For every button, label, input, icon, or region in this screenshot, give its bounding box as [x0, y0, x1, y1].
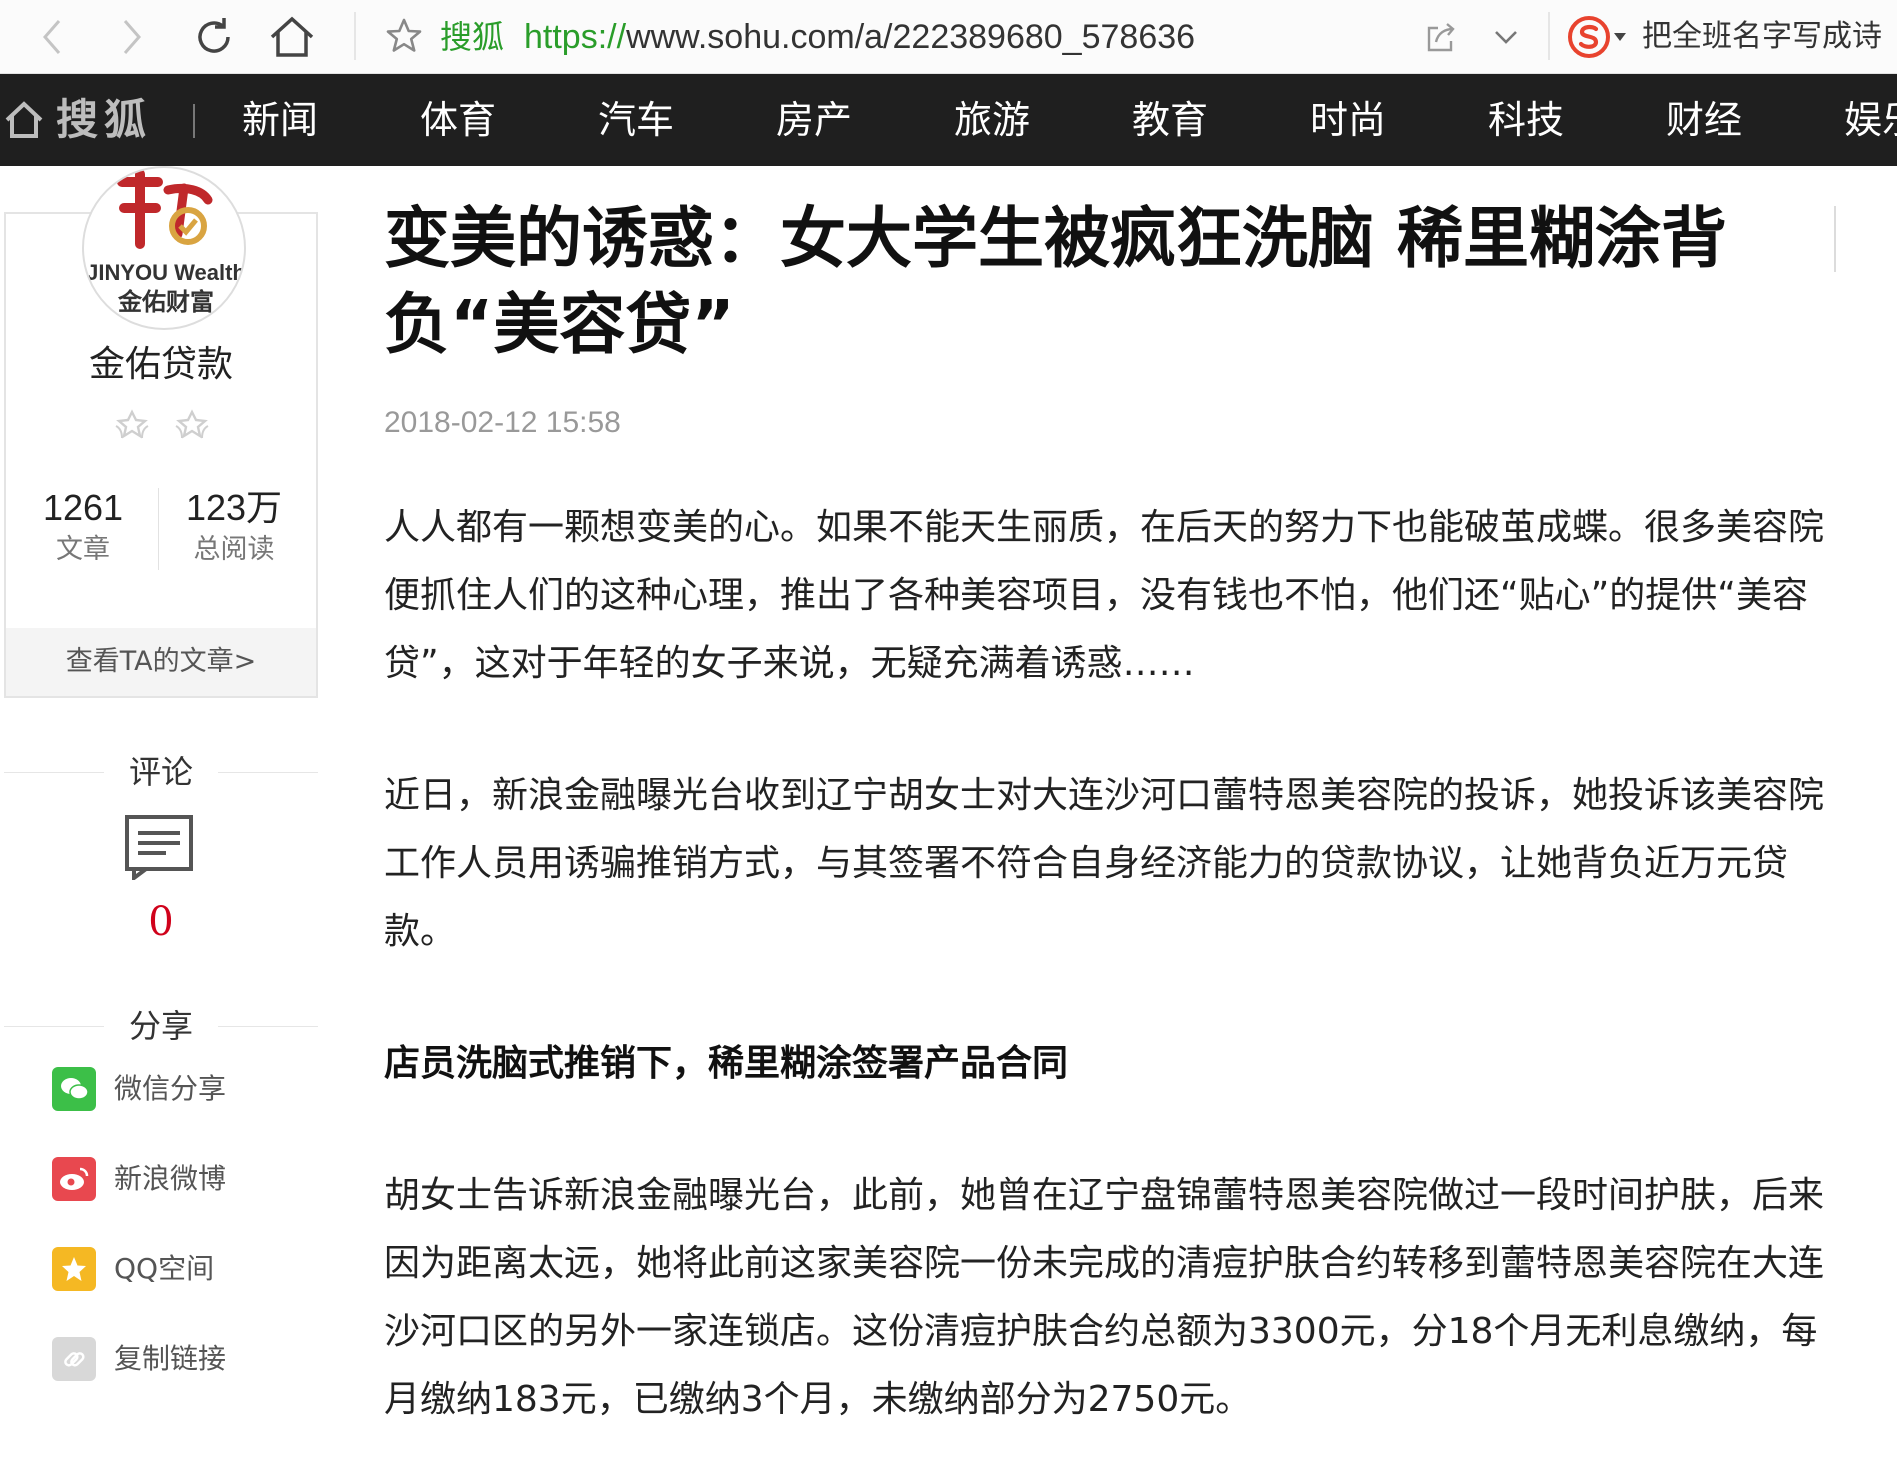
nav-auto[interactable]: 汽车	[598, 90, 674, 150]
bookmark-star-icon[interactable]	[384, 16, 424, 56]
author-name[interactable]: 金佑贷款	[4, 340, 318, 390]
chevron-down-icon[interactable]	[1490, 22, 1522, 52]
forward-arrow-icon	[123, 20, 141, 54]
nav-fashion[interactable]: 时尚	[1310, 90, 1386, 150]
home-icon	[270, 16, 314, 57]
publish-time: 2018-02-12 15:58	[384, 406, 621, 439]
article-paragraph-3: 胡女士告诉新浪金融曝光台，此前，她曾在辽宁盘锦蕾特恩美容院做过一段时间护肤，后来…	[384, 1175, 1825, 1420]
medal-icon	[175, 409, 209, 439]
engine-dropdown-caret-icon[interactable]	[1614, 33, 1626, 41]
author-medals	[112, 408, 212, 444]
share-wechat-button[interactable]: 微信分享	[52, 1066, 226, 1112]
reads-label: 总阅读	[193, 534, 275, 565]
qzone-star-icon	[52, 1247, 96, 1291]
jinyou-logo-icon: JINYOU Wealth 金佑财富	[86, 169, 246, 316]
reads-count: 123万	[185, 487, 283, 528]
articles-label: 文章	[56, 534, 110, 565]
share-wechat-label: 微信分享	[114, 1072, 227, 1105]
avatar-brand-cn: 金佑财富	[117, 288, 214, 316]
reload-button[interactable]	[186, 10, 242, 64]
share-weibo-label: 新浪微博	[114, 1162, 227, 1195]
article-paragraph-1: 人人都有一颗想变美的心。如果不能天生丽质，在后天的努力下也能破茧成蝶。很多美容院…	[384, 507, 1825, 684]
logo-home-icon[interactable]	[4, 98, 44, 142]
forward-button[interactable]	[104, 10, 160, 64]
site-identity-label: 搜狐	[440, 18, 505, 56]
title-edge-divider	[1834, 206, 1836, 272]
toolbar-divider	[354, 12, 356, 60]
nav-tech[interactable]: 科技	[1488, 90, 1564, 150]
article-paragraph-2: 近日，新浪金融曝光台收到辽宁胡女士对大连沙河口蕾特恩美容院的投诉，她投诉该美容院…	[384, 775, 1825, 952]
home-button[interactable]	[264, 10, 320, 64]
logo-divider	[193, 104, 195, 138]
sohu-logo-text[interactable]: 搜狐	[56, 90, 152, 150]
search-suggestion-text[interactable]: 把全班名字写成诗	[1642, 14, 1882, 60]
copy-link-button[interactable]: 复制链接	[52, 1336, 226, 1382]
medal-icon	[115, 409, 149, 439]
nav-entertainment[interactable]: 娱乐	[1844, 90, 1897, 150]
back-button[interactable]	[24, 10, 80, 64]
nav-travel[interactable]: 旅游	[954, 90, 1030, 150]
reload-icon	[198, 18, 230, 53]
nav-news[interactable]: 新闻	[242, 90, 318, 150]
url-protocol: https://	[524, 18, 627, 56]
back-arrow-icon	[43, 20, 61, 54]
sohu-channel-nav: 搜狐 新闻 体育 汽车 房产 旅游 教育 时尚 科技 财经 娱乐	[0, 74, 1897, 166]
share-label: 分享	[128, 1007, 193, 1045]
wechat-icon	[52, 1067, 96, 1111]
weibo-icon	[52, 1157, 96, 1201]
sogou-search-icon[interactable]	[1566, 14, 1612, 60]
stats-divider	[158, 488, 159, 570]
article-title: 变美的诱惑：女大学生被疯狂洗脑 稀里糊涂背负“美容贷”	[384, 200, 1727, 363]
link-icon	[52, 1337, 96, 1381]
author-avatar[interactable]: JINYOU Wealth 金佑财富	[82, 166, 246, 330]
nav-realestate[interactable]: 房产	[776, 90, 852, 150]
comment-count[interactable]: 0	[4, 896, 318, 948]
toolbar-divider-2	[1548, 12, 1550, 60]
address-bar-url[interactable]: https://www.sohu.com/a/222389680_578636	[524, 14, 1195, 60]
share-qzone-label: QQ空间	[114, 1252, 215, 1285]
view-author-posts-link[interactable]: 查看TA的文章>	[6, 628, 316, 696]
comments-section-header: 评论	[4, 752, 318, 792]
avatar-brand-en: JINYOU Wealth	[86, 260, 246, 285]
browser-toolbar: 搜狐 https://www.sohu.com/a/222389680_5786…	[0, 0, 1897, 74]
comment-icon[interactable]	[124, 814, 194, 880]
article-subheading: 店员洗脑式推销下，稀里糊涂签署产品合同	[384, 1043, 1069, 1084]
nav-finance[interactable]: 财经	[1666, 90, 1742, 150]
comments-label: 评论	[128, 753, 193, 791]
share-weibo-button[interactable]: 新浪微博	[52, 1156, 226, 1202]
share-qzone-button[interactable]: QQ空间	[52, 1246, 214, 1292]
share-section-header: 分享	[4, 1006, 318, 1046]
articles-count: 1261	[42, 487, 124, 528]
copy-link-label: 复制链接	[114, 1342, 227, 1375]
share-page-icon[interactable]	[1424, 20, 1458, 54]
nav-sports[interactable]: 体育	[420, 90, 496, 150]
url-path: www.sohu.com/a/222389680_578636	[626, 18, 1196, 56]
nav-education[interactable]: 教育	[1132, 90, 1208, 150]
